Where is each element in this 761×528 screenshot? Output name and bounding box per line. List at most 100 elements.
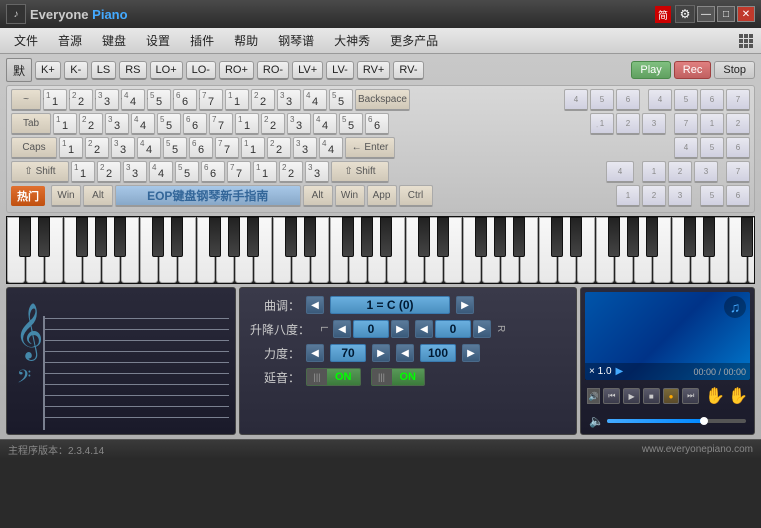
transport-prev[interactable]: ⏮ [603, 388, 620, 404]
shift-l-key[interactable]: ⇧ Shift [11, 161, 69, 183]
ro-plus-button[interactable]: RO+ [219, 61, 254, 80]
y-key[interactable]: 66 [183, 113, 207, 135]
numpad-3r4[interactable]: 3 [694, 161, 718, 183]
key-right-arrow[interactable]: ▶ [456, 296, 474, 314]
black-key-1-5[interactable] [247, 217, 259, 257]
win-l-key[interactable]: Win [51, 185, 81, 207]
black-key-5-0[interactable] [684, 217, 696, 257]
numpad-4a-r1[interactable]: 4 [648, 89, 672, 111]
stop-button[interactable]: Stop [714, 61, 755, 79]
velocity-left-arrow[interactable]: ◀ [306, 344, 324, 362]
transport-play[interactable]: ▶ [623, 388, 640, 404]
u-key[interactable]: 77 [209, 113, 233, 135]
key-6-row1[interactable]: ̣66 [173, 89, 197, 111]
rec-button[interactable]: Rec [674, 61, 712, 79]
menu-keyboard[interactable]: 键盘 [92, 30, 136, 52]
numpad-5r5[interactable]: 5 [700, 185, 724, 207]
d-key[interactable]: 33 [111, 137, 135, 159]
key-5-row1[interactable]: ̣55 [147, 89, 171, 111]
win-r-key[interactable]: Win [335, 185, 365, 207]
key-4-row1[interactable]: ̣44 [121, 89, 145, 111]
o-key[interactable]: 22 [261, 113, 285, 135]
slash-key[interactable]: 33 [305, 161, 329, 183]
rv-minus-button[interactable]: RV- [393, 61, 423, 80]
numpad-7ar2[interactable]: 7 [674, 113, 698, 135]
minimize-button[interactable]: — [697, 6, 715, 22]
quote-key[interactable]: 44 [319, 137, 343, 159]
l-key[interactable]: 22 [267, 137, 291, 159]
black-key-1-4[interactable] [228, 217, 240, 257]
close-button[interactable]: ✕ [737, 6, 755, 22]
menu-masters[interactable]: 大神秀 [324, 30, 380, 52]
menu-more[interactable]: 更多产品 [380, 30, 448, 52]
volume-thumb[interactable] [700, 417, 708, 425]
hot-label[interactable]: 热门 [11, 186, 45, 206]
a-key[interactable]: 11 [59, 137, 83, 159]
transport-next[interactable]: ⏭ [682, 388, 699, 404]
restore-button[interactable]: □ [717, 6, 735, 22]
numpad-7r2[interactable]: ̣1 [590, 113, 614, 135]
key-10-row1[interactable]: 33 [277, 89, 301, 111]
black-key-0-0[interactable] [19, 217, 31, 257]
numpad-5-r1[interactable]: 5 [590, 89, 614, 111]
black-key-2-5[interactable] [380, 217, 392, 257]
n-key[interactable]: 66 [201, 161, 225, 183]
rs-button[interactable]: RS [119, 61, 146, 80]
semicolon-key[interactable]: 33 [293, 137, 317, 159]
black-key-1-3[interactable] [209, 217, 221, 257]
numpad-2r2[interactable]: 2 [726, 113, 750, 135]
sustain-toggle-right[interactable]: ||| ON [371, 368, 426, 386]
i-key[interactable]: 11 [235, 113, 259, 135]
menu-help[interactable]: 帮助 [224, 30, 268, 52]
comma-key[interactable]: 11 [253, 161, 277, 183]
numpad-1r5[interactable]: 1 [616, 185, 640, 207]
menu-plugins[interactable]: 插件 [180, 30, 224, 52]
menu-source[interactable]: 音源 [48, 30, 92, 52]
numpad-8r2[interactable]: 2 [616, 113, 640, 135]
key-9-row1[interactable]: 22 [251, 89, 275, 111]
velocity-left-right-arrow[interactable]: ▶ [372, 344, 390, 362]
key-2-row1[interactable]: ̣22 [69, 89, 93, 111]
transpose-right-arrow[interactable]: ◀ [415, 320, 433, 338]
black-key-2-0[interactable] [285, 217, 297, 257]
key-left-arrow[interactable]: ◀ [306, 296, 324, 314]
numpad-1r4[interactable]: 1 [642, 161, 666, 183]
backslash-key[interactable]: 66 [365, 113, 389, 135]
eop-guide-button[interactable]: EOP键盘钢琴新手指南 [115, 185, 301, 207]
app-key[interactable]: App [367, 185, 397, 207]
bracket-l-key[interactable]: 44 [313, 113, 337, 135]
velocity-right-arrow[interactable]: ◀ [396, 344, 414, 362]
black-key-5-3[interactable] [741, 217, 753, 257]
black-key-4-5[interactable] [646, 217, 658, 257]
key-12-row1[interactable]: 55 [329, 89, 353, 111]
numpad-6r3[interactable]: 6 [726, 137, 750, 159]
numpad-6a-r1[interactable]: 6 [700, 89, 724, 111]
backspace-key[interactable]: Backspace [355, 89, 410, 111]
black-key-3-1[interactable] [437, 217, 449, 257]
black-key-3-4[interactable] [494, 217, 506, 257]
black-key-0-5[interactable] [114, 217, 126, 257]
settings-icon[interactable]: ⚙ [675, 5, 695, 23]
black-key-3-5[interactable] [513, 217, 525, 257]
black-key-4-4[interactable] [627, 217, 639, 257]
transport-rec[interactable]: ● [663, 388, 680, 404]
menu-file[interactable]: 文件 [4, 30, 48, 52]
transpose-left-arrow[interactable]: ◀ [333, 320, 351, 338]
black-key-4-3[interactable] [608, 217, 620, 257]
p-key[interactable]: 33 [287, 113, 311, 135]
m-key[interactable]: 77 [227, 161, 251, 183]
alt-l-key[interactable]: Alt [83, 185, 113, 207]
key-3-row1[interactable]: ̣33 [95, 89, 119, 111]
ro-minus-button[interactable]: RO- [257, 61, 289, 80]
black-key-0-3[interactable] [76, 217, 88, 257]
k-key[interactable]: 11 [241, 137, 265, 159]
black-key-1-1[interactable] [171, 217, 183, 257]
lv-plus-button[interactable]: LV+ [292, 61, 323, 80]
transpose-left-right-arrow[interactable]: ▶ [391, 320, 409, 338]
sustain-toggle-left[interactable]: ||| ON [306, 368, 361, 386]
bracket-r-key[interactable]: 55 [339, 113, 363, 135]
black-key-3-3[interactable] [475, 217, 487, 257]
numpad-9r2[interactable]: 3 [642, 113, 666, 135]
ls-button[interactable]: LS [91, 61, 116, 80]
black-key-3-0[interactable] [418, 217, 430, 257]
